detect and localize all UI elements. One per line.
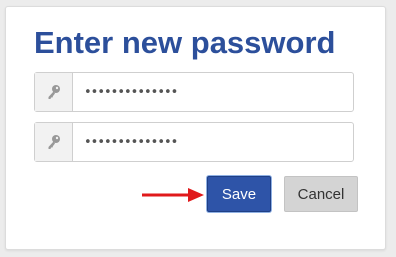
confirm-password-field[interactable]: ••••••••••••••: [34, 122, 354, 162]
cancel-button[interactable]: Cancel: [284, 176, 358, 212]
password-dialog: Enter new password •••••••••••••• ••••••…: [5, 6, 386, 250]
key-icon: [35, 123, 73, 161]
key-icon: [35, 73, 73, 111]
red-arrow-icon: [142, 188, 204, 202]
save-button[interactable]: Save: [207, 176, 271, 212]
dialog-title: Enter new password: [34, 25, 336, 60]
new-password-value[interactable]: ••••••••••••••: [73, 73, 353, 111]
new-password-field[interactable]: ••••••••••••••: [34, 72, 354, 112]
confirm-password-value[interactable]: ••••••••••••••: [73, 123, 353, 161]
